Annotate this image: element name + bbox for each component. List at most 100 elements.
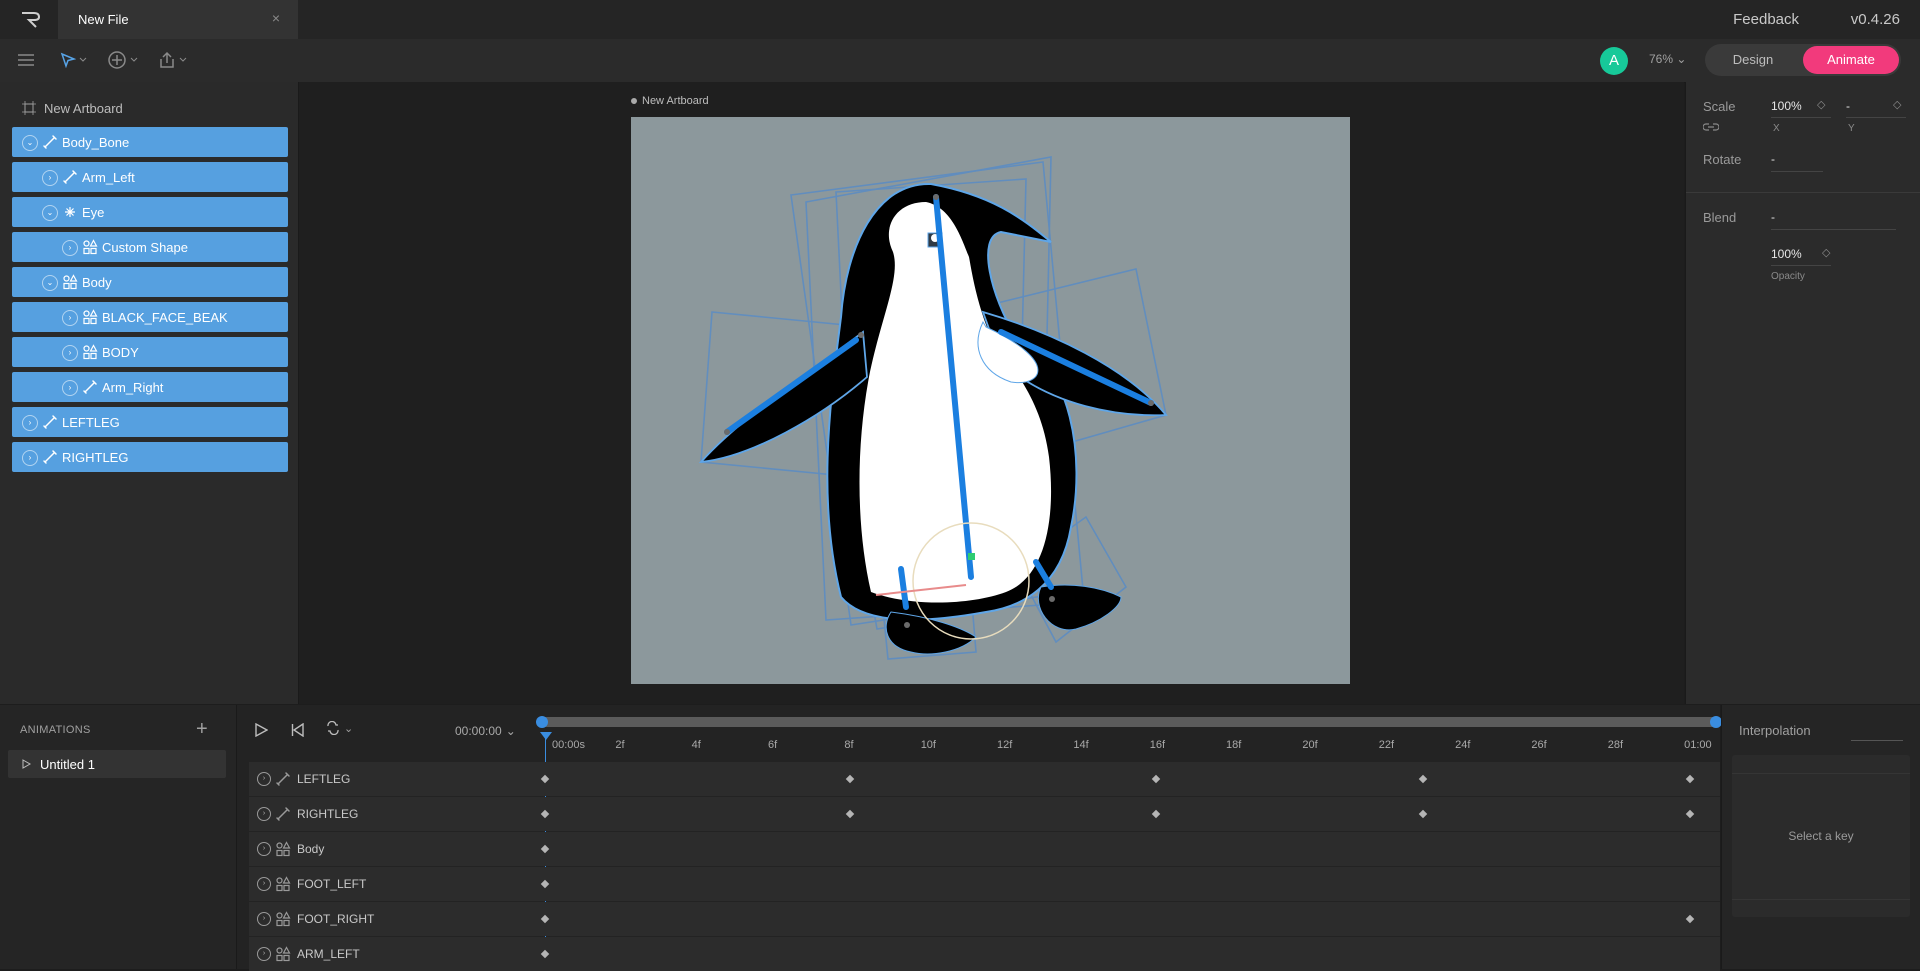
keyframe-diamond[interactable] xyxy=(540,774,550,784)
time-dropdown[interactable]: 00:00:00 ⌄ xyxy=(455,724,516,738)
timeline-track[interactable]: › RIGHTLEG xyxy=(249,797,1720,831)
hierarchy-row[interactable]: › RIGHTLEG xyxy=(12,442,288,472)
feedback-link[interactable]: Feedback xyxy=(1733,11,1799,28)
scroll-start-handle[interactable] xyxy=(536,716,548,728)
keyframe-diamond[interactable] xyxy=(846,809,855,819)
penguin-artwork[interactable] xyxy=(631,117,1350,684)
hierarchy-row[interactable]: ⌄ Eye xyxy=(12,197,288,227)
scale-x-field[interactable]: 100% xyxy=(1771,99,1802,113)
expand-chevron-icon[interactable]: › xyxy=(257,947,271,961)
chevron-down-icon: ⌄ xyxy=(505,724,516,738)
hierarchy-row[interactable]: › LEFTLEG xyxy=(12,407,288,437)
keyframe-diamond[interactable] xyxy=(540,809,550,819)
hierarchy-row[interactable]: ⌄ Body xyxy=(12,267,288,297)
play-icon[interactable] xyxy=(255,723,268,737)
expand-chevron-icon[interactable]: › xyxy=(257,807,271,821)
collapse-chevron-icon[interactable]: ⌄ xyxy=(42,205,58,221)
timeline-track[interactable]: › FOOT_RIGHT xyxy=(249,902,1720,936)
keyframe-diamond-icon[interactable]: ◇ xyxy=(1817,98,1825,111)
collapse-chevron-icon[interactable]: ⌄ xyxy=(22,135,38,151)
expand-chevron-icon[interactable]: › xyxy=(257,772,271,786)
loop-dropdown[interactable]: ⌄ xyxy=(325,721,353,735)
collapse-chevron-icon[interactable]: ⌄ xyxy=(42,275,58,291)
opacity-field[interactable]: 100% xyxy=(1771,247,1802,261)
zoom-dropdown[interactable]: 76% ⌄ xyxy=(1649,52,1686,66)
keyframe-diamond[interactable] xyxy=(1418,809,1428,819)
hierarchy-row-label: Arm_Left xyxy=(82,170,135,185)
ruler-tick-label: 12f xyxy=(997,739,1013,751)
bone-icon xyxy=(42,134,58,150)
rotate-field[interactable]: - xyxy=(1771,152,1775,166)
hierarchy-row[interactable]: › BLACK_FACE_BEAK xyxy=(12,302,288,332)
hierarchy-artboard-row[interactable]: New Artboard xyxy=(22,98,123,118)
hierarchy-row-label: Body_Bone xyxy=(62,135,130,150)
rive-logo-icon[interactable] xyxy=(20,10,42,30)
file-tab[interactable]: New File × xyxy=(58,0,298,39)
keyframe-diamond[interactable] xyxy=(540,879,550,889)
hierarchy-row[interactable]: › Arm_Right xyxy=(12,372,288,402)
mode-switch: Design Animate xyxy=(1705,44,1901,76)
expand-chevron-icon[interactable]: › xyxy=(62,380,78,396)
close-tab-icon[interactable]: × xyxy=(272,10,280,26)
node-icon xyxy=(62,204,78,220)
select-tool-button[interactable] xyxy=(60,49,87,71)
bone-icon xyxy=(275,771,291,787)
artboard-label[interactable]: New Artboard xyxy=(631,95,709,107)
scale-y-field[interactable]: - xyxy=(1846,99,1850,113)
animations-panel: ANIMATIONS + Untitled 1 xyxy=(0,705,237,969)
keyframe-diamond[interactable] xyxy=(1685,914,1695,924)
keyframe-diamond[interactable] xyxy=(540,949,550,959)
timeline-track[interactable]: › FOOT_LEFT xyxy=(249,867,1720,901)
export-button[interactable] xyxy=(158,49,187,71)
keyframe-diamond-icon[interactable]: ◇ xyxy=(1822,246,1830,259)
timeline-track[interactable]: › Body xyxy=(249,832,1720,866)
expand-chevron-icon[interactable]: › xyxy=(62,310,78,326)
hamburger-menu-icon[interactable] xyxy=(17,49,35,71)
hierarchy-row[interactable]: › Custom Shape xyxy=(12,232,288,262)
link-icon[interactable] xyxy=(1703,122,1719,132)
hierarchy-row[interactable]: › Arm_Left xyxy=(12,162,288,192)
keyframe-diamond[interactable] xyxy=(846,774,855,784)
animation-item[interactable]: Untitled 1 xyxy=(8,750,226,778)
keyframe-diamond-icon[interactable]: ◇ xyxy=(1893,98,1901,111)
version-label: v0.4.26 xyxy=(1850,11,1900,28)
expand-chevron-icon[interactable]: › xyxy=(42,170,58,186)
expand-chevron-icon[interactable]: › xyxy=(62,345,78,361)
ruler-tick-label: 01:00 xyxy=(1684,739,1712,751)
expand-chevron-icon[interactable]: › xyxy=(257,842,271,856)
divider xyxy=(1771,117,1831,118)
pointer-icon xyxy=(60,52,76,68)
animation-name: Untitled 1 xyxy=(40,757,95,772)
animate-mode-button[interactable]: Animate xyxy=(1803,46,1899,74)
rewind-icon[interactable] xyxy=(291,723,304,737)
design-mode-button[interactable]: Design xyxy=(1705,44,1801,76)
expand-chevron-icon[interactable]: › xyxy=(22,450,38,466)
keyframe-diamond[interactable] xyxy=(1685,774,1695,784)
hierarchy-row-label: BODY xyxy=(102,345,139,360)
keyframe-diamond[interactable] xyxy=(1151,809,1160,819)
timeline-scrollbar[interactable] xyxy=(536,716,1722,728)
expand-chevron-icon[interactable]: › xyxy=(62,240,78,256)
hierarchy-row-label: RIGHTLEG xyxy=(62,450,129,465)
add-animation-button[interactable]: + xyxy=(196,718,208,741)
scale-label: Scale xyxy=(1703,99,1736,114)
playhead-handle[interactable] xyxy=(540,732,552,740)
user-avatar[interactable]: A xyxy=(1600,47,1628,75)
keyframe-diamond[interactable] xyxy=(540,844,550,854)
expand-chevron-icon[interactable]: › xyxy=(257,912,271,926)
keyframe-diamond[interactable] xyxy=(1151,774,1160,784)
add-tool-button[interactable] xyxy=(107,49,138,71)
keyframe-diamond[interactable] xyxy=(540,914,550,924)
hierarchy-row[interactable]: › BODY xyxy=(12,337,288,367)
shape-icon xyxy=(82,239,98,255)
keyframe-diamond[interactable] xyxy=(1418,774,1428,784)
hierarchy-row[interactable]: ⌄ Body_Bone xyxy=(12,127,288,157)
timeline-track[interactable]: › ARM_LEFT xyxy=(249,937,1720,971)
artboard[interactable] xyxy=(631,117,1350,684)
expand-chevron-icon[interactable]: › xyxy=(22,415,38,431)
interpolation-editor[interactable]: Select a key xyxy=(1732,755,1910,917)
timeline-track[interactable]: › LEFTLEG xyxy=(249,762,1720,796)
keyframe-diamond[interactable] xyxy=(1685,809,1695,819)
expand-chevron-icon[interactable]: › xyxy=(257,877,271,891)
blend-field[interactable]: - xyxy=(1771,210,1775,224)
